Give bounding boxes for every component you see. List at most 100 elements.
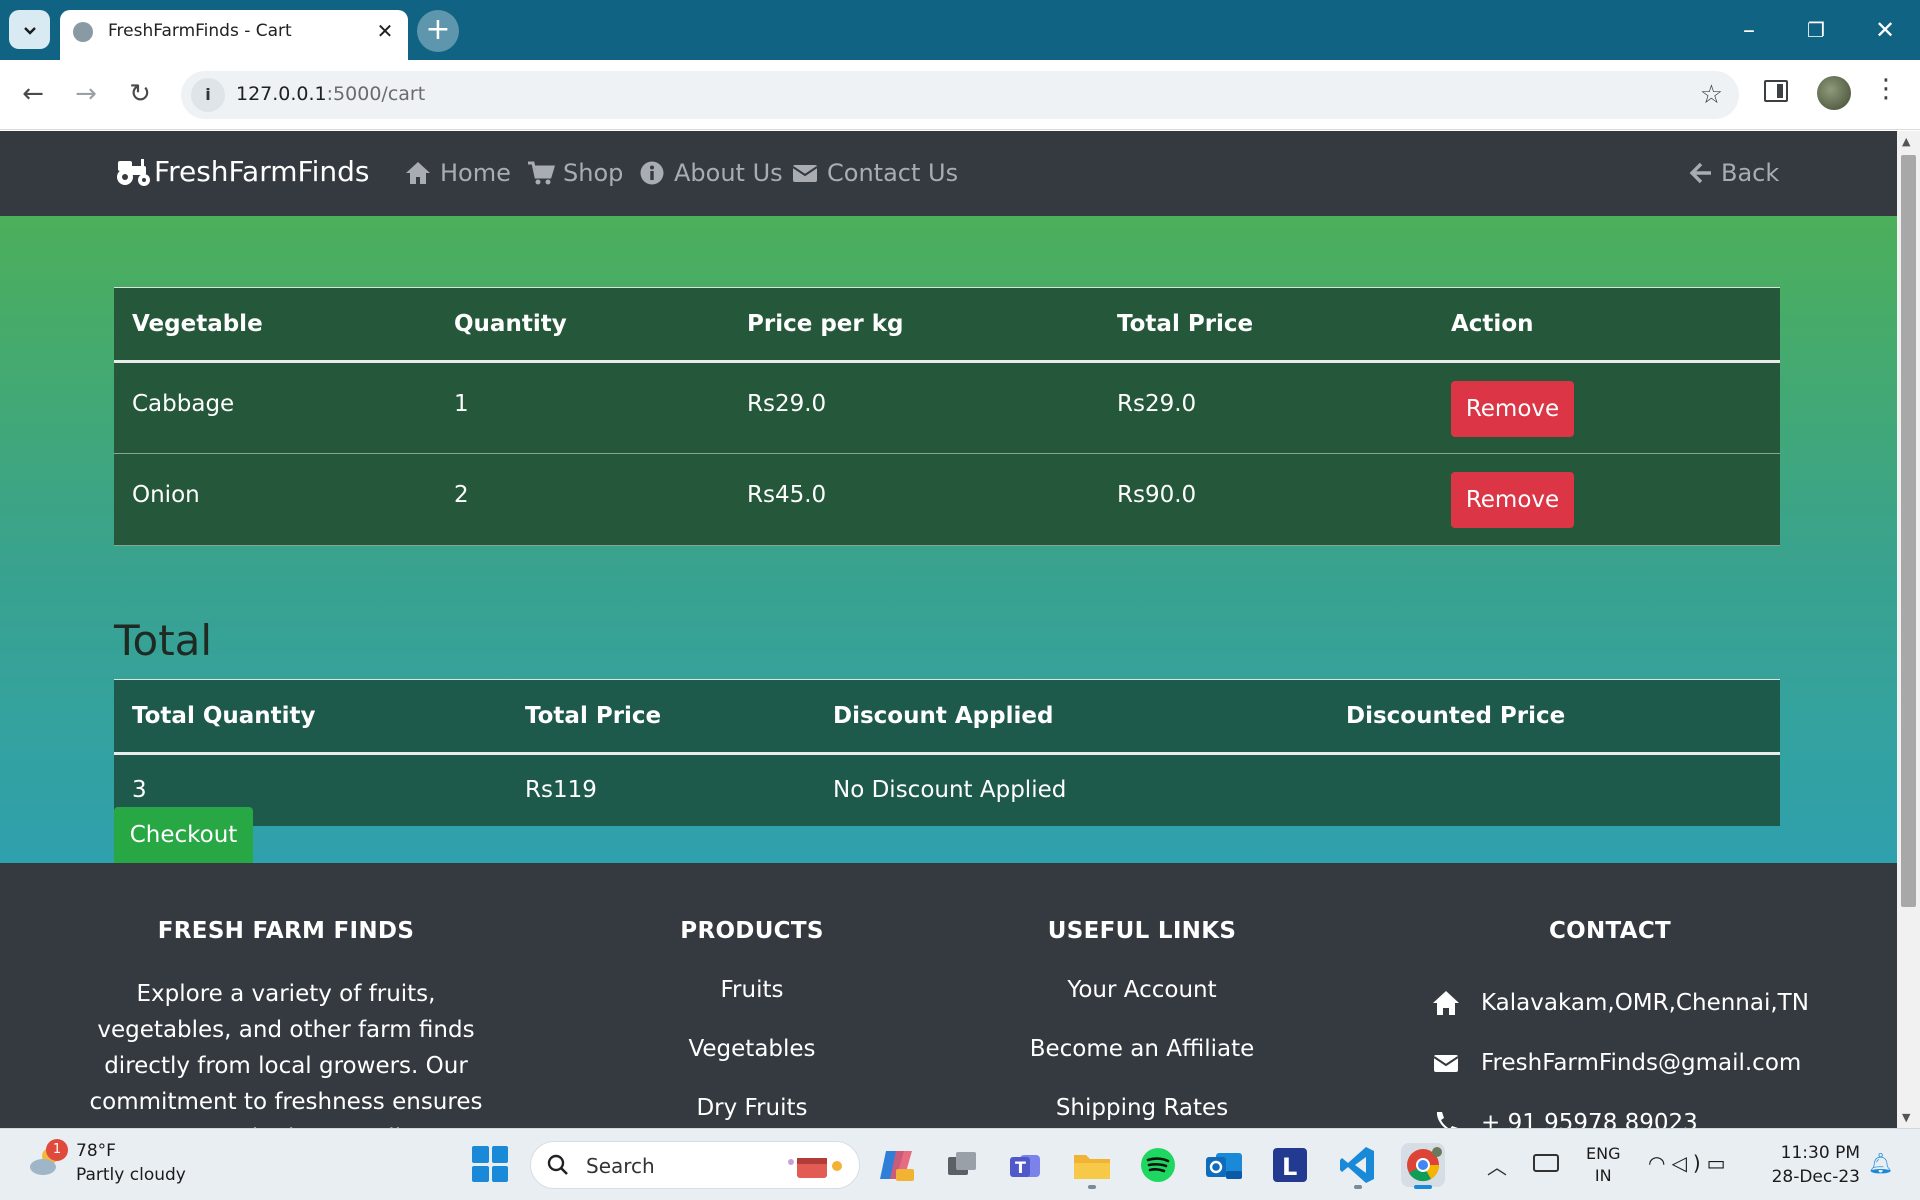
remove-button[interactable]: Remove: [1451, 381, 1574, 437]
site-navbar: FreshFarmFinds Home Shop About Us Contac…: [0, 131, 1897, 216]
bookmark-star-icon[interactable]: ☆: [1700, 80, 1723, 110]
home-icon: [406, 162, 430, 184]
totals-table: Total Quantity Total Price Discount Appl…: [114, 679, 1780, 826]
page-viewport: FreshFarmFinds Home Shop About Us Contac…: [0, 131, 1897, 1128]
chrome-icon[interactable]: [1401, 1143, 1445, 1189]
spotify-icon[interactable]: [1136, 1143, 1180, 1187]
teams-icon[interactable]: T: [1004, 1143, 1048, 1187]
site-info-icon[interactable]: i: [191, 78, 225, 112]
col-vegetable: Vegetable: [114, 287, 436, 363]
clock[interactable]: 11:30 PM 28-Dec-23: [1768, 1141, 1860, 1189]
clock-time: 11:30 PM: [1780, 1143, 1860, 1163]
nav-back[interactable]: Back: [1689, 159, 1779, 187]
cell-price-per-kg: Rs29.0: [729, 361, 1099, 454]
nav-contact-label: Contact Us: [827, 159, 959, 187]
cell-vegetable: Onion: [114, 453, 436, 546]
cell-discount-applied: No Discount Applied: [833, 777, 1067, 804]
footer-contact: CONTACT: [1460, 918, 1760, 944]
table-row: Onion 2 Rs45.0 Rs90.0 Remove: [114, 453, 1780, 546]
cell-total-price: Rs29.0: [1099, 361, 1433, 454]
battery-icon[interactable]: ▭: [1707, 1151, 1732, 1175]
restore-icon[interactable]: ❐: [1793, 10, 1839, 50]
tab-close-icon[interactable]: ✕: [372, 18, 398, 44]
chevron-down-icon: [23, 26, 36, 35]
back-arrow-icon[interactable]: ←: [15, 76, 51, 112]
nav-home[interactable]: Home: [404, 159, 511, 187]
contact-email: FreshFarmFinds@gmail.com: [1431, 1050, 1801, 1076]
scroll-down-icon[interactable]: ▼: [1902, 1111, 1910, 1124]
windows-start-icon[interactable]: [472, 1146, 508, 1182]
nav-about-label: About Us: [674, 159, 783, 187]
contact-email-text[interactable]: FreshFarmFinds@gmail.com: [1481, 1050, 1801, 1076]
wifi-icon[interactable]: ◠: [1648, 1151, 1671, 1175]
scroll-up-icon[interactable]: ▲: [1902, 135, 1910, 148]
arrow-left-icon: [1689, 162, 1711, 184]
system-tray-icons[interactable]: ◠◁)▭: [1648, 1151, 1732, 1175]
clock-date: 28-Dec-23: [1771, 1167, 1860, 1187]
file-explorer-icon[interactable]: [1070, 1143, 1114, 1189]
brand-link[interactable]: FreshFarmFinds: [114, 155, 369, 188]
minimize-icon[interactable]: –: [1726, 10, 1772, 50]
cell-total-price: Rs119: [525, 777, 597, 804]
close-window-icon[interactable]: ✕: [1862, 10, 1908, 50]
nav-shop[interactable]: Shop: [527, 159, 623, 187]
forward-arrow-icon[interactable]: →: [68, 76, 104, 112]
keyboard-icon[interactable]: [1533, 1154, 1559, 1172]
footer-link-dry-fruits[interactable]: Dry Fruits: [622, 1095, 882, 1121]
contact-address: Kalavakam,OMR,Chennai,TN: [1431, 990, 1809, 1016]
browser-tab-active[interactable]: FreshFarmFinds - Cart ✕: [60, 10, 408, 60]
footer-link-vegetables[interactable]: Vegetables: [622, 1036, 882, 1062]
side-panel-icon[interactable]: [1764, 80, 1788, 102]
notification-bell-icon[interactable]: 🔔︎: [1868, 1151, 1893, 1175]
footer-useful-links: USEFUL LINKS Your Account Become an Affi…: [992, 918, 1292, 1121]
home-icon: [1433, 991, 1459, 1015]
taskbar-search[interactable]: Search: [530, 1141, 860, 1189]
footer-link-your-account[interactable]: Your Account: [992, 977, 1292, 1003]
footer-useful-links-title: USEFUL LINKS: [1047, 918, 1237, 944]
nav-back-label: Back: [1721, 159, 1780, 187]
footer-link-become-affiliate[interactable]: Become an Affiliate: [992, 1036, 1292, 1062]
weather-temperature[interactable]: 78°F: [76, 1141, 116, 1161]
cart-table: Vegetable Quantity Price per kg Total Pr…: [114, 287, 1780, 546]
page-scrollbar[interactable]: ▲ ▼: [1897, 131, 1920, 1128]
footer-products-title: PRODUCTS: [680, 918, 824, 944]
volume-icon[interactable]: ◁): [1671, 1151, 1706, 1175]
col-total-price: Total Price: [507, 679, 815, 755]
task-view-icon[interactable]: [940, 1143, 984, 1187]
copilot-icon[interactable]: [874, 1143, 918, 1187]
profile-avatar[interactable]: [1817, 76, 1851, 110]
cell-price-per-kg: Rs45.0: [729, 453, 1099, 546]
nav-about[interactable]: About Us: [638, 159, 783, 187]
url-text[interactable]: 127.0.0.1:5000/cart: [236, 83, 425, 105]
tab-search-button[interactable]: [9, 10, 50, 49]
nav-contact[interactable]: Contact Us: [791, 159, 958, 187]
new-tab-button[interactable]: +: [417, 10, 459, 52]
footer-link-fruits[interactable]: Fruits: [622, 977, 882, 1003]
table-row: 3 Rs119 No Discount Applied: [114, 754, 1780, 826]
cell-quantity: 2: [436, 453, 729, 546]
active-indicator: [1414, 1185, 1432, 1189]
col-total-quantity: Total Quantity: [114, 679, 507, 755]
col-action: Action: [1433, 287, 1780, 363]
more-menu-icon[interactable]: ⋮: [1873, 74, 1899, 104]
weather-description[interactable]: Partly cloudy: [76, 1165, 186, 1185]
language-indicator[interactable]: ENG IN: [1586, 1143, 1620, 1187]
running-indicator: [1088, 1185, 1096, 1189]
checkout-button[interactable]: Checkout: [114, 807, 253, 863]
chevron-up-icon[interactable]: ︿: [1487, 1151, 1507, 1180]
vscode-icon[interactable]: [1336, 1143, 1380, 1189]
footer-link-shipping-rates[interactable]: Shipping Rates: [992, 1095, 1292, 1121]
col-quantity: Quantity: [436, 287, 729, 363]
info-icon: [640, 161, 664, 185]
l-app-icon[interactable]: L: [1268, 1143, 1312, 1187]
address-bar[interactable]: i 127.0.0.1:5000/cart ☆: [181, 71, 1739, 119]
reload-icon[interactable]: ↻: [122, 76, 158, 112]
remove-button[interactable]: Remove: [1451, 472, 1574, 528]
outlook-icon[interactable]: [1202, 1143, 1246, 1187]
col-discount-applied: Discount Applied: [815, 679, 1328, 755]
envelope-icon: [792, 165, 818, 182]
browser-toolbar: ← → ↻ i 127.0.0.1:5000/cart ☆ ⋮: [0, 60, 1920, 130]
totals-table-header: Total Quantity Total Price Discount Appl…: [114, 679, 1780, 755]
nav-shop-label: Shop: [563, 159, 624, 187]
scrollbar-thumb[interactable]: [1901, 155, 1916, 907]
